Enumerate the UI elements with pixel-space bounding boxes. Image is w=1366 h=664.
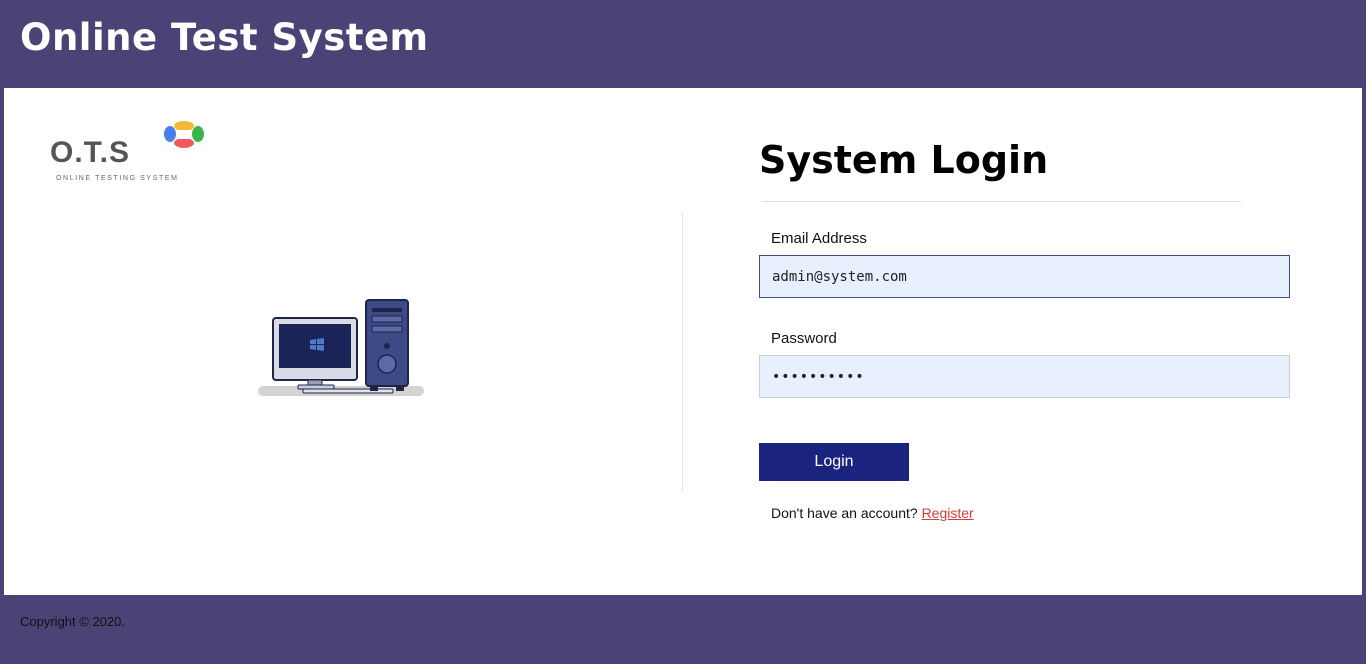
- ots-logo: O.T.S ONLINE TESTING SYSTEM: [50, 118, 210, 188]
- footer-copyright: Copyright © 2020.: [20, 614, 125, 629]
- password-field[interactable]: [759, 355, 1290, 398]
- site-header: Online Test System: [0, 0, 1366, 88]
- app-title: Online Test System: [20, 16, 429, 59]
- title-divider: [762, 201, 1241, 202]
- vertical-divider: [682, 212, 683, 492]
- logo-mark-icon: [164, 121, 204, 148]
- password-label: Password: [771, 330, 837, 347]
- login-title: System Login: [759, 138, 1049, 182]
- register-link[interactable]: Register: [922, 505, 974, 521]
- register-line: Don't have an account? Register: [771, 505, 974, 521]
- email-label: Email Address: [771, 230, 867, 247]
- login-button[interactable]: Login: [759, 443, 909, 481]
- email-field[interactable]: [759, 255, 1290, 298]
- register-prompt: Don't have an account?: [771, 505, 918, 521]
- main-panel: O.T.S ONLINE TESTING SYSTEM System Login: [4, 88, 1362, 595]
- desktop-computer-icon: [258, 299, 424, 396]
- logo-subtitle: ONLINE TESTING SYSTEM: [56, 175, 179, 182]
- logo-text: O.T.S: [50, 136, 131, 169]
